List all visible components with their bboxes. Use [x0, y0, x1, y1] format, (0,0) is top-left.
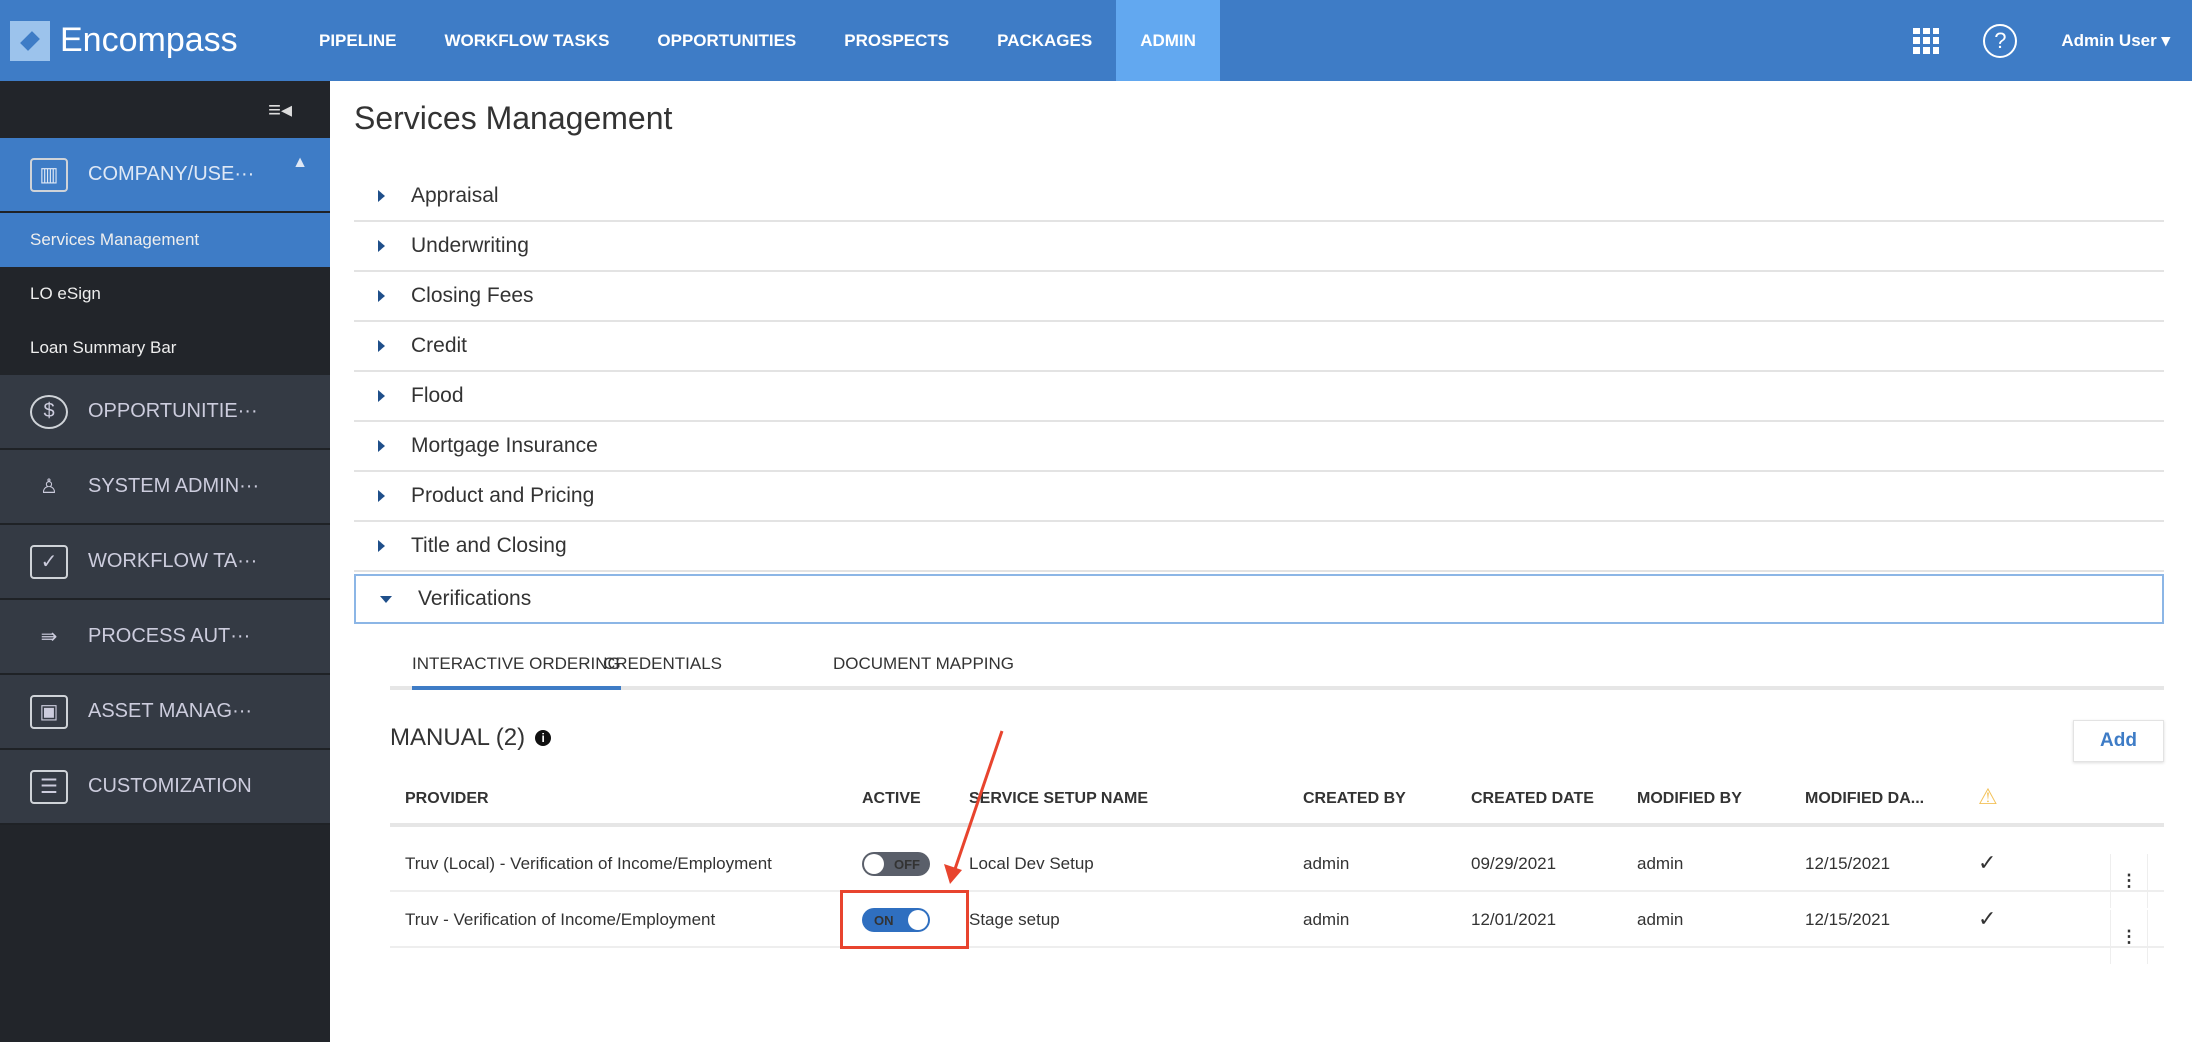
annotation-arrow-icon — [944, 730, 1004, 884]
